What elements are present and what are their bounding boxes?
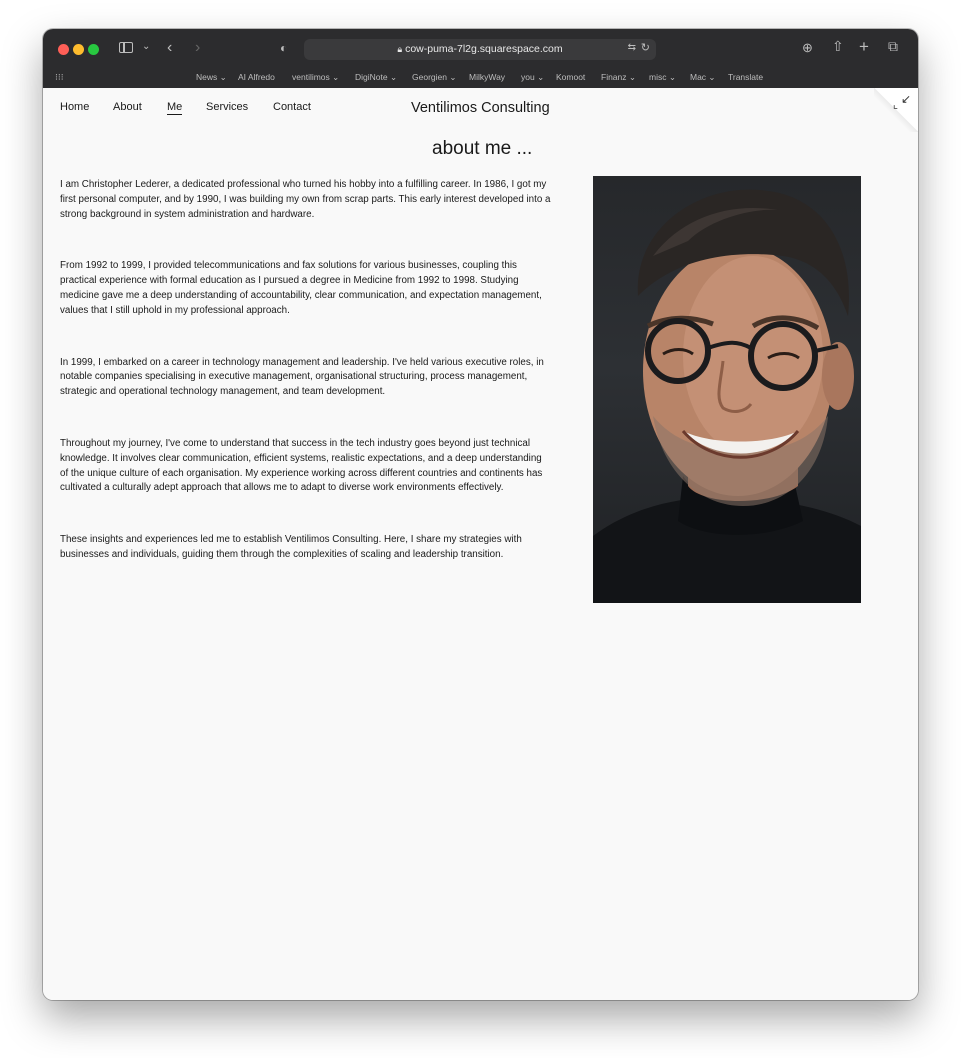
address-bar[interactable]: 🔒︎ cow-puma-7l2g.squarespace.com ⇆ ↻ (304, 39, 656, 60)
privacy-shield-icon[interactable]: ◐ (280, 42, 287, 54)
collapse-icon[interactable]: ↙ (901, 92, 911, 106)
translate-icon[interactable]: ⇆ (628, 43, 636, 53)
paragraph: From 1992 to 1999, I provided telecommun… (60, 260, 542, 316)
paragraph: I am Christopher Lederer, a dedicated pr… (60, 179, 551, 220)
nav-about[interactable]: About (113, 101, 142, 113)
paragraph: In 1999, I embarked on a career in techn… (60, 356, 544, 398)
paragraph: Throughout my journey, I've come to unde… (60, 437, 543, 494)
bookmark-finanz[interactable]: Finanz ⌄ (601, 72, 636, 83)
close-window-button[interactable] (58, 44, 69, 55)
portrait-illustration (593, 189, 861, 603)
bookmark-ventilimos[interactable]: ventilimos ⌄ (292, 72, 339, 83)
share-icon[interactable]: ⇧ (832, 39, 844, 53)
collapse-icon[interactable]: ⌞ (893, 98, 898, 111)
bookmark-mac[interactable]: Mac ⌄ (690, 72, 716, 83)
back-icon[interactable]: ‹ (167, 40, 172, 56)
web-page: Home About Me Services Contact Ventilimo… (43, 88, 918, 1000)
nav-contact[interactable]: Contact (273, 101, 311, 113)
bookmark-komoot[interactable]: Komoot (556, 72, 585, 82)
zoom-window-button[interactable] (88, 44, 99, 55)
grid-icon[interactable]: ⁝⁝⁝ (55, 72, 64, 83)
about-text: I am Christopher Lederer, a dedicated pr… (60, 178, 552, 600)
page-heading: about me ... (432, 138, 533, 159)
paragraph: These insights and experiences led me to… (60, 534, 522, 560)
browser-toolbar: ⌄ ‹ › ◐ 🔒︎ cow-puma-7l2g.squarespace.com… (43, 29, 918, 88)
nav-services[interactable]: Services (206, 101, 248, 113)
bookmark-misc[interactable]: misc ⌄ (649, 72, 676, 83)
bookmark-milkyway[interactable]: MilkyWay (469, 72, 505, 82)
lock-icon: 🔒︎ (397, 44, 403, 54)
portrait-photo (593, 176, 861, 603)
downloads-icon[interactable]: ⊕ (802, 41, 813, 54)
bookmark-ai-alfredo[interactable]: AI Alfredo (238, 72, 275, 82)
bookmark-you[interactable]: you ⌄ (521, 72, 544, 83)
browser-window: ⌄ ‹ › ◐ 🔒︎ cow-puma-7l2g.squarespace.com… (43, 29, 918, 1000)
site-title[interactable]: Ventilimos Consulting (411, 100, 550, 116)
bookmark-diginote[interactable]: DigiNote ⌄ (355, 72, 397, 83)
sidebar-icon[interactable] (119, 42, 133, 53)
bookmark-news[interactable]: News ⌄ (196, 72, 227, 83)
nav-me[interactable]: Me (167, 101, 183, 115)
forward-icon[interactable]: › (195, 40, 200, 56)
url: cow-puma-7l2g.squarespace.com (405, 43, 563, 55)
minimize-window-button[interactable] (73, 44, 84, 55)
new-tab-icon[interactable]: + (859, 38, 869, 55)
url-text: 🔒︎ cow-puma-7l2g.squarespace.com (304, 43, 656, 55)
bookmark-georgien[interactable]: Georgien ⌄ (412, 72, 456, 83)
tab-overview-icon[interactable]: ⧉ (888, 39, 898, 53)
reload-icon[interactable]: ↻ (641, 43, 650, 54)
bookmark-translate[interactable]: Translate (728, 72, 763, 82)
nav-home[interactable]: Home (60, 101, 89, 113)
bookmarks-bar: ⁝⁝⁝ News ⌄ AI Alfredo ventilimos ⌄ DigiN… (43, 70, 918, 88)
chevron-down-icon[interactable]: ⌄ (142, 42, 150, 52)
